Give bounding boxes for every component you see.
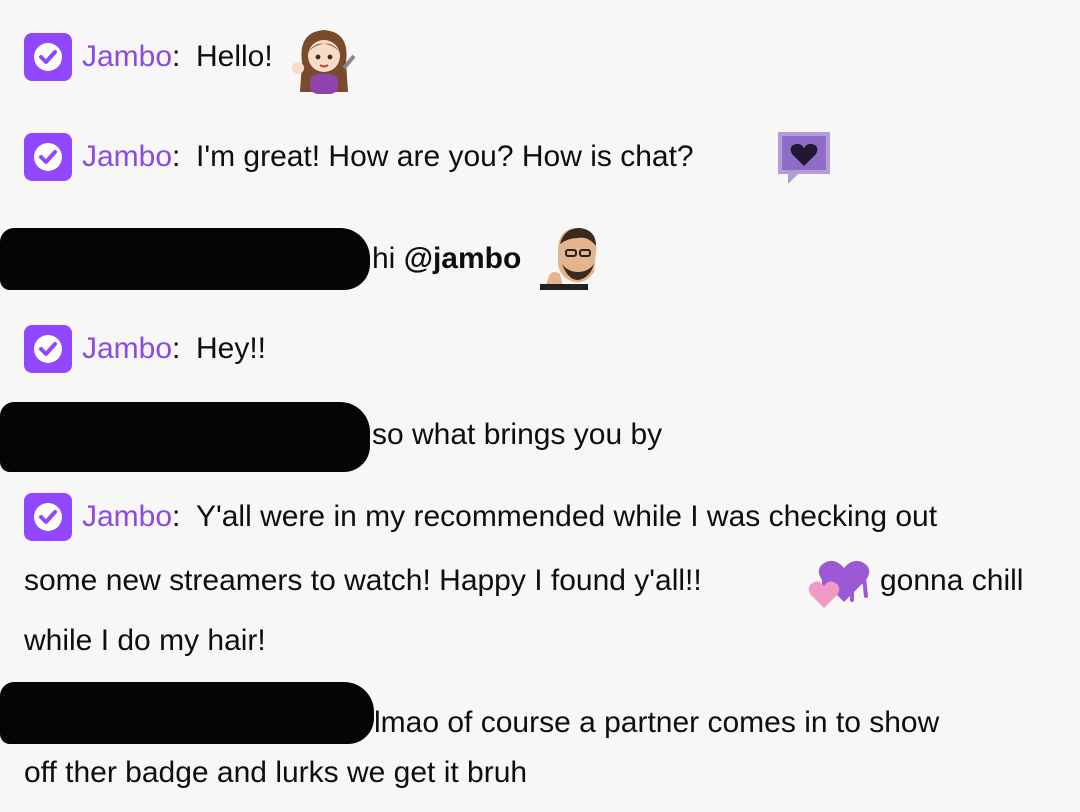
chat-message: Jambo: Hey!! <box>0 322 1080 382</box>
message-text: Hello! <box>196 40 273 73</box>
username[interactable]: Jambo: <box>82 140 180 174</box>
verified-partner-badge-icon[interactable] <box>24 33 72 81</box>
waving-girl-emote-icon <box>288 22 360 94</box>
chat-message: Jambo: Hello! <box>0 30 1080 94</box>
redacted-username <box>0 682 374 744</box>
username[interactable]: Jambo: <box>82 40 180 74</box>
message-text: off ther badge and lurks we get it bruh <box>24 756 528 789</box>
chat-message: Jambo: Y'all were in my recommended whil… <box>0 490 1080 670</box>
redacted-username <box>0 402 370 472</box>
chat-message: lmao of course a partner comes in to sho… <box>0 676 1080 796</box>
user-mention[interactable]: @jambo <box>404 242 522 275</box>
message-text: while I do my hair! <box>24 624 266 657</box>
redacted-username <box>0 228 370 290</box>
message-text: some new streamers to watch! Happy I fou… <box>24 564 702 597</box>
verified-partner-badge-icon[interactable] <box>24 325 72 373</box>
username[interactable]: Jambo: <box>82 500 180 534</box>
message-text: gonna chill <box>880 564 1024 597</box>
message-text: Y'all were in my recommended while I was… <box>196 500 938 533</box>
thinking-man-emote-icon <box>540 220 610 290</box>
message-text: lmao of course a partner comes in to sho… <box>374 706 940 739</box>
chat-message: so what brings you by <box>0 398 1080 476</box>
message-text: Hey!! <box>196 332 267 365</box>
username[interactable]: Jambo: <box>82 332 180 366</box>
message-text: so what brings you by <box>372 418 663 451</box>
chat-message: Jambo: I'm great! How are you? How is ch… <box>0 130 1080 190</box>
verified-partner-badge-icon[interactable] <box>24 133 72 181</box>
chat-message: hi @jambo <box>0 220 1080 296</box>
message-text: I'm great! How are you? How is chat? <box>196 140 694 173</box>
verified-partner-badge-icon[interactable] <box>24 493 72 541</box>
message-text: hi @jambo <box>372 242 522 275</box>
purple-heart-speech-emote-icon <box>776 130 832 186</box>
melting-hearts-emote-icon <box>804 548 876 612</box>
